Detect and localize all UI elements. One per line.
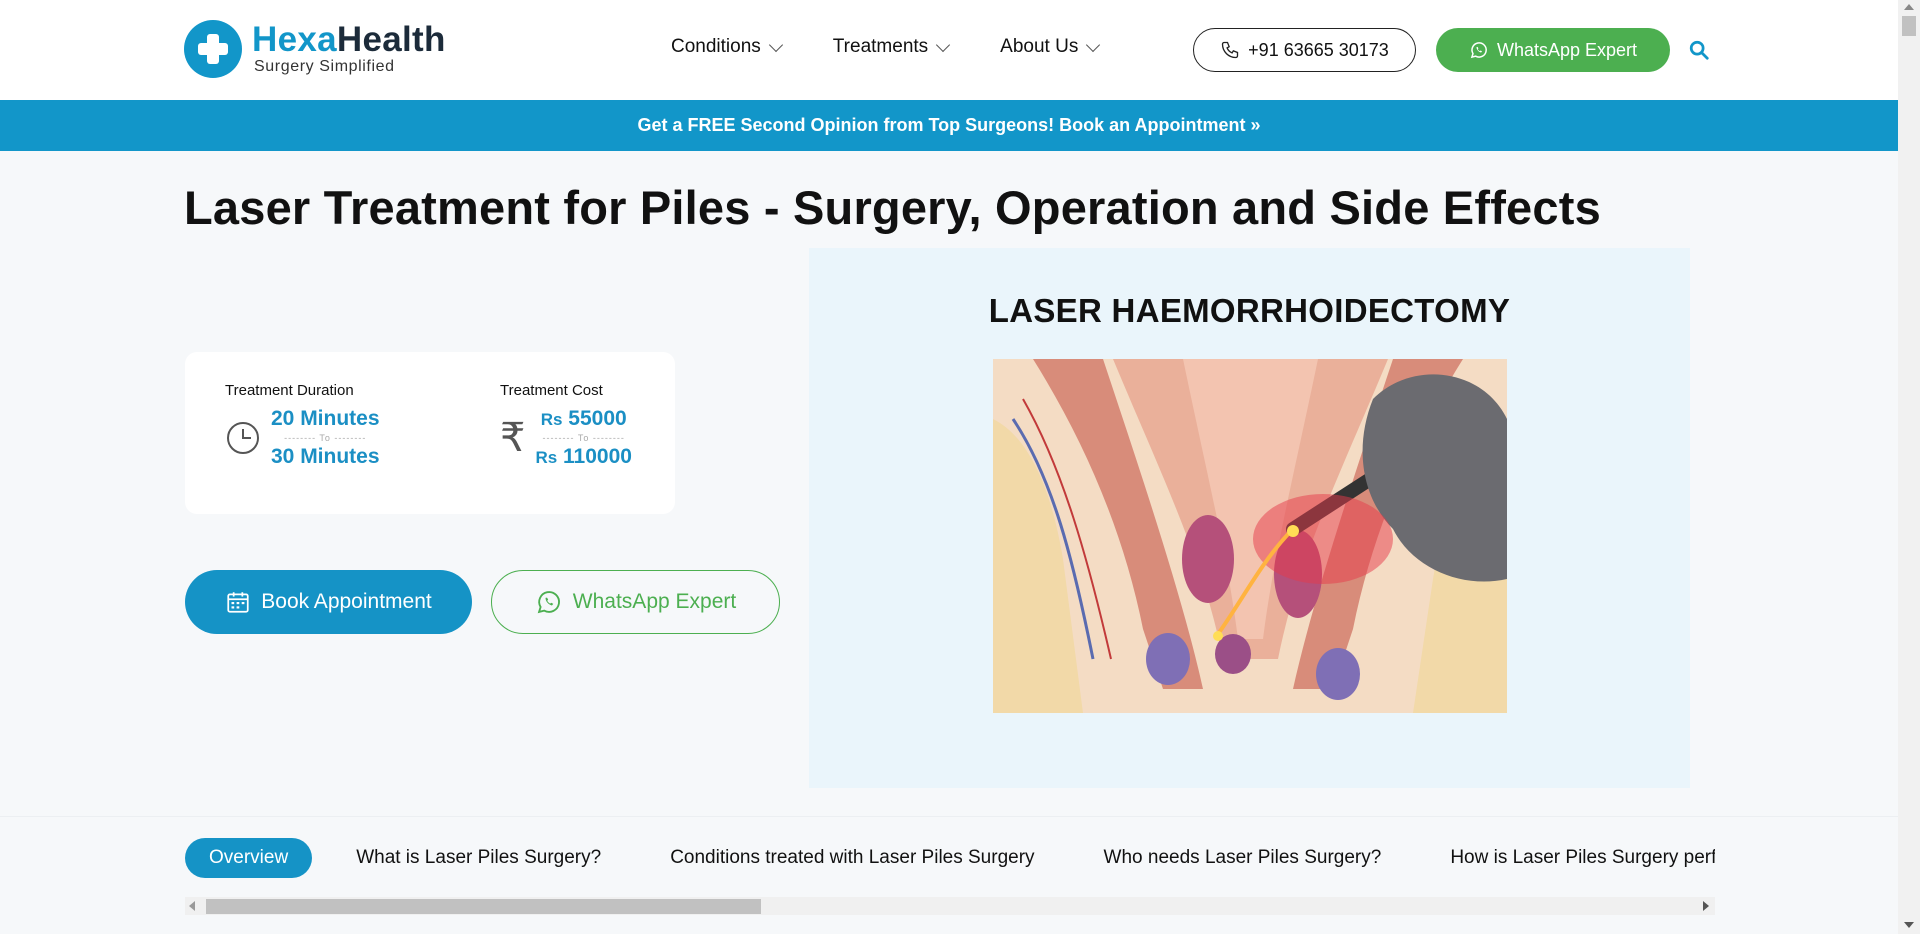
duration-label: Treatment Duration bbox=[225, 382, 354, 399]
nav-conditions[interactable]: Conditions bbox=[671, 36, 783, 58]
scroll-right-icon[interactable] bbox=[1703, 901, 1709, 911]
tab-who-needs[interactable]: Who needs Laser Piles Surgery? bbox=[1104, 847, 1382, 869]
book-appointment-button[interactable]: Book Appointment bbox=[185, 570, 472, 634]
page-title: Laser Treatment for Piles - Surgery, Ope… bbox=[184, 181, 1601, 234]
logo-cross-icon bbox=[184, 20, 242, 78]
logo[interactable]: HexaHealth Surgery Simplified bbox=[184, 20, 446, 78]
chevron-down-icon bbox=[768, 37, 783, 52]
scroll-left-icon[interactable] bbox=[189, 901, 195, 911]
laser-haemorrhoidectomy-illustration bbox=[993, 359, 1507, 713]
page-vertical-scrollbar[interactable] bbox=[1898, 0, 1920, 934]
whatsapp-icon bbox=[537, 591, 560, 614]
treatment-info-card: Treatment Duration 20 Minutes -------- T… bbox=[185, 352, 675, 514]
treatment-image-panel: LASER HAEMORRHOIDECTOMY bbox=[809, 248, 1690, 788]
treatment-duration: Treatment Duration 20 Minutes -------- T… bbox=[225, 382, 380, 469]
image-title: LASER HAEMORRHOIDECTOMY bbox=[988, 292, 1511, 329]
brand-name: HexaHealth bbox=[252, 20, 446, 59]
duration-max: 30 Minutes bbox=[271, 445, 380, 468]
cost-label: Treatment Cost bbox=[500, 382, 603, 399]
calendar-icon bbox=[227, 592, 249, 613]
tab-overview[interactable]: Overview bbox=[185, 838, 313, 878]
tabs-horizontal-scrollbar[interactable] bbox=[185, 897, 1715, 915]
site-header: HexaHealth Surgery Simplified Conditions… bbox=[0, 0, 1898, 100]
rupee-icon: ₹ bbox=[500, 416, 526, 460]
scroll-up-icon[interactable] bbox=[1904, 4, 1914, 10]
chevron-down-icon bbox=[1086, 37, 1101, 52]
tab-conditions-treated[interactable]: Conditions treated with Laser Piles Surg… bbox=[670, 847, 1034, 869]
duration-min: 20 Minutes bbox=[271, 407, 380, 430]
cost-max: Rs 110000 bbox=[535, 445, 632, 468]
second-opinion-banner[interactable]: Get a FREE Second Opinion from Top Surge… bbox=[0, 100, 1898, 151]
phone-button[interactable]: +91 63665 30173 bbox=[1193, 28, 1416, 72]
cost-to: -------- To -------- bbox=[542, 433, 625, 443]
nav-treatments[interactable]: Treatments bbox=[833, 36, 951, 58]
tab-what-is[interactable]: What is Laser Piles Surgery? bbox=[356, 847, 601, 869]
whatsapp-icon bbox=[1470, 42, 1487, 59]
scrollbar-thumb[interactable] bbox=[206, 899, 761, 914]
section-tabs: Overview What is Laser Piles Surgery? Co… bbox=[185, 837, 1715, 879]
cost-min: Rs 55000 bbox=[540, 407, 627, 430]
brand-tagline: Surgery Simplified bbox=[254, 58, 395, 75]
whatsapp-expert-button[interactable]: WhatsApp Expert bbox=[491, 570, 780, 634]
scrollbar-thumb[interactable] bbox=[1902, 16, 1916, 36]
main-nav: Conditions Treatments About Us bbox=[671, 36, 1150, 58]
chevron-down-icon bbox=[936, 37, 951, 52]
whatsapp-expert-button-header[interactable]: WhatsApp Expert bbox=[1436, 28, 1670, 72]
nav-about-us[interactable]: About Us bbox=[1000, 36, 1101, 58]
search-icon bbox=[1689, 40, 1709, 60]
duration-to: -------- To -------- bbox=[284, 433, 367, 443]
phone-icon bbox=[1222, 41, 1239, 59]
section-tabs-bar: Overview What is Laser Piles Surgery? Co… bbox=[0, 816, 1898, 934]
treatment-cost: Treatment Cost ₹ Rs 55000 -------- To --… bbox=[500, 382, 632, 469]
tab-how-performed[interactable]: How is Laser Piles Surgery performed? bbox=[1450, 847, 1715, 869]
scroll-down-icon[interactable] bbox=[1904, 922, 1914, 928]
clock-icon bbox=[227, 422, 259, 454]
search-button[interactable] bbox=[1688, 39, 1710, 66]
